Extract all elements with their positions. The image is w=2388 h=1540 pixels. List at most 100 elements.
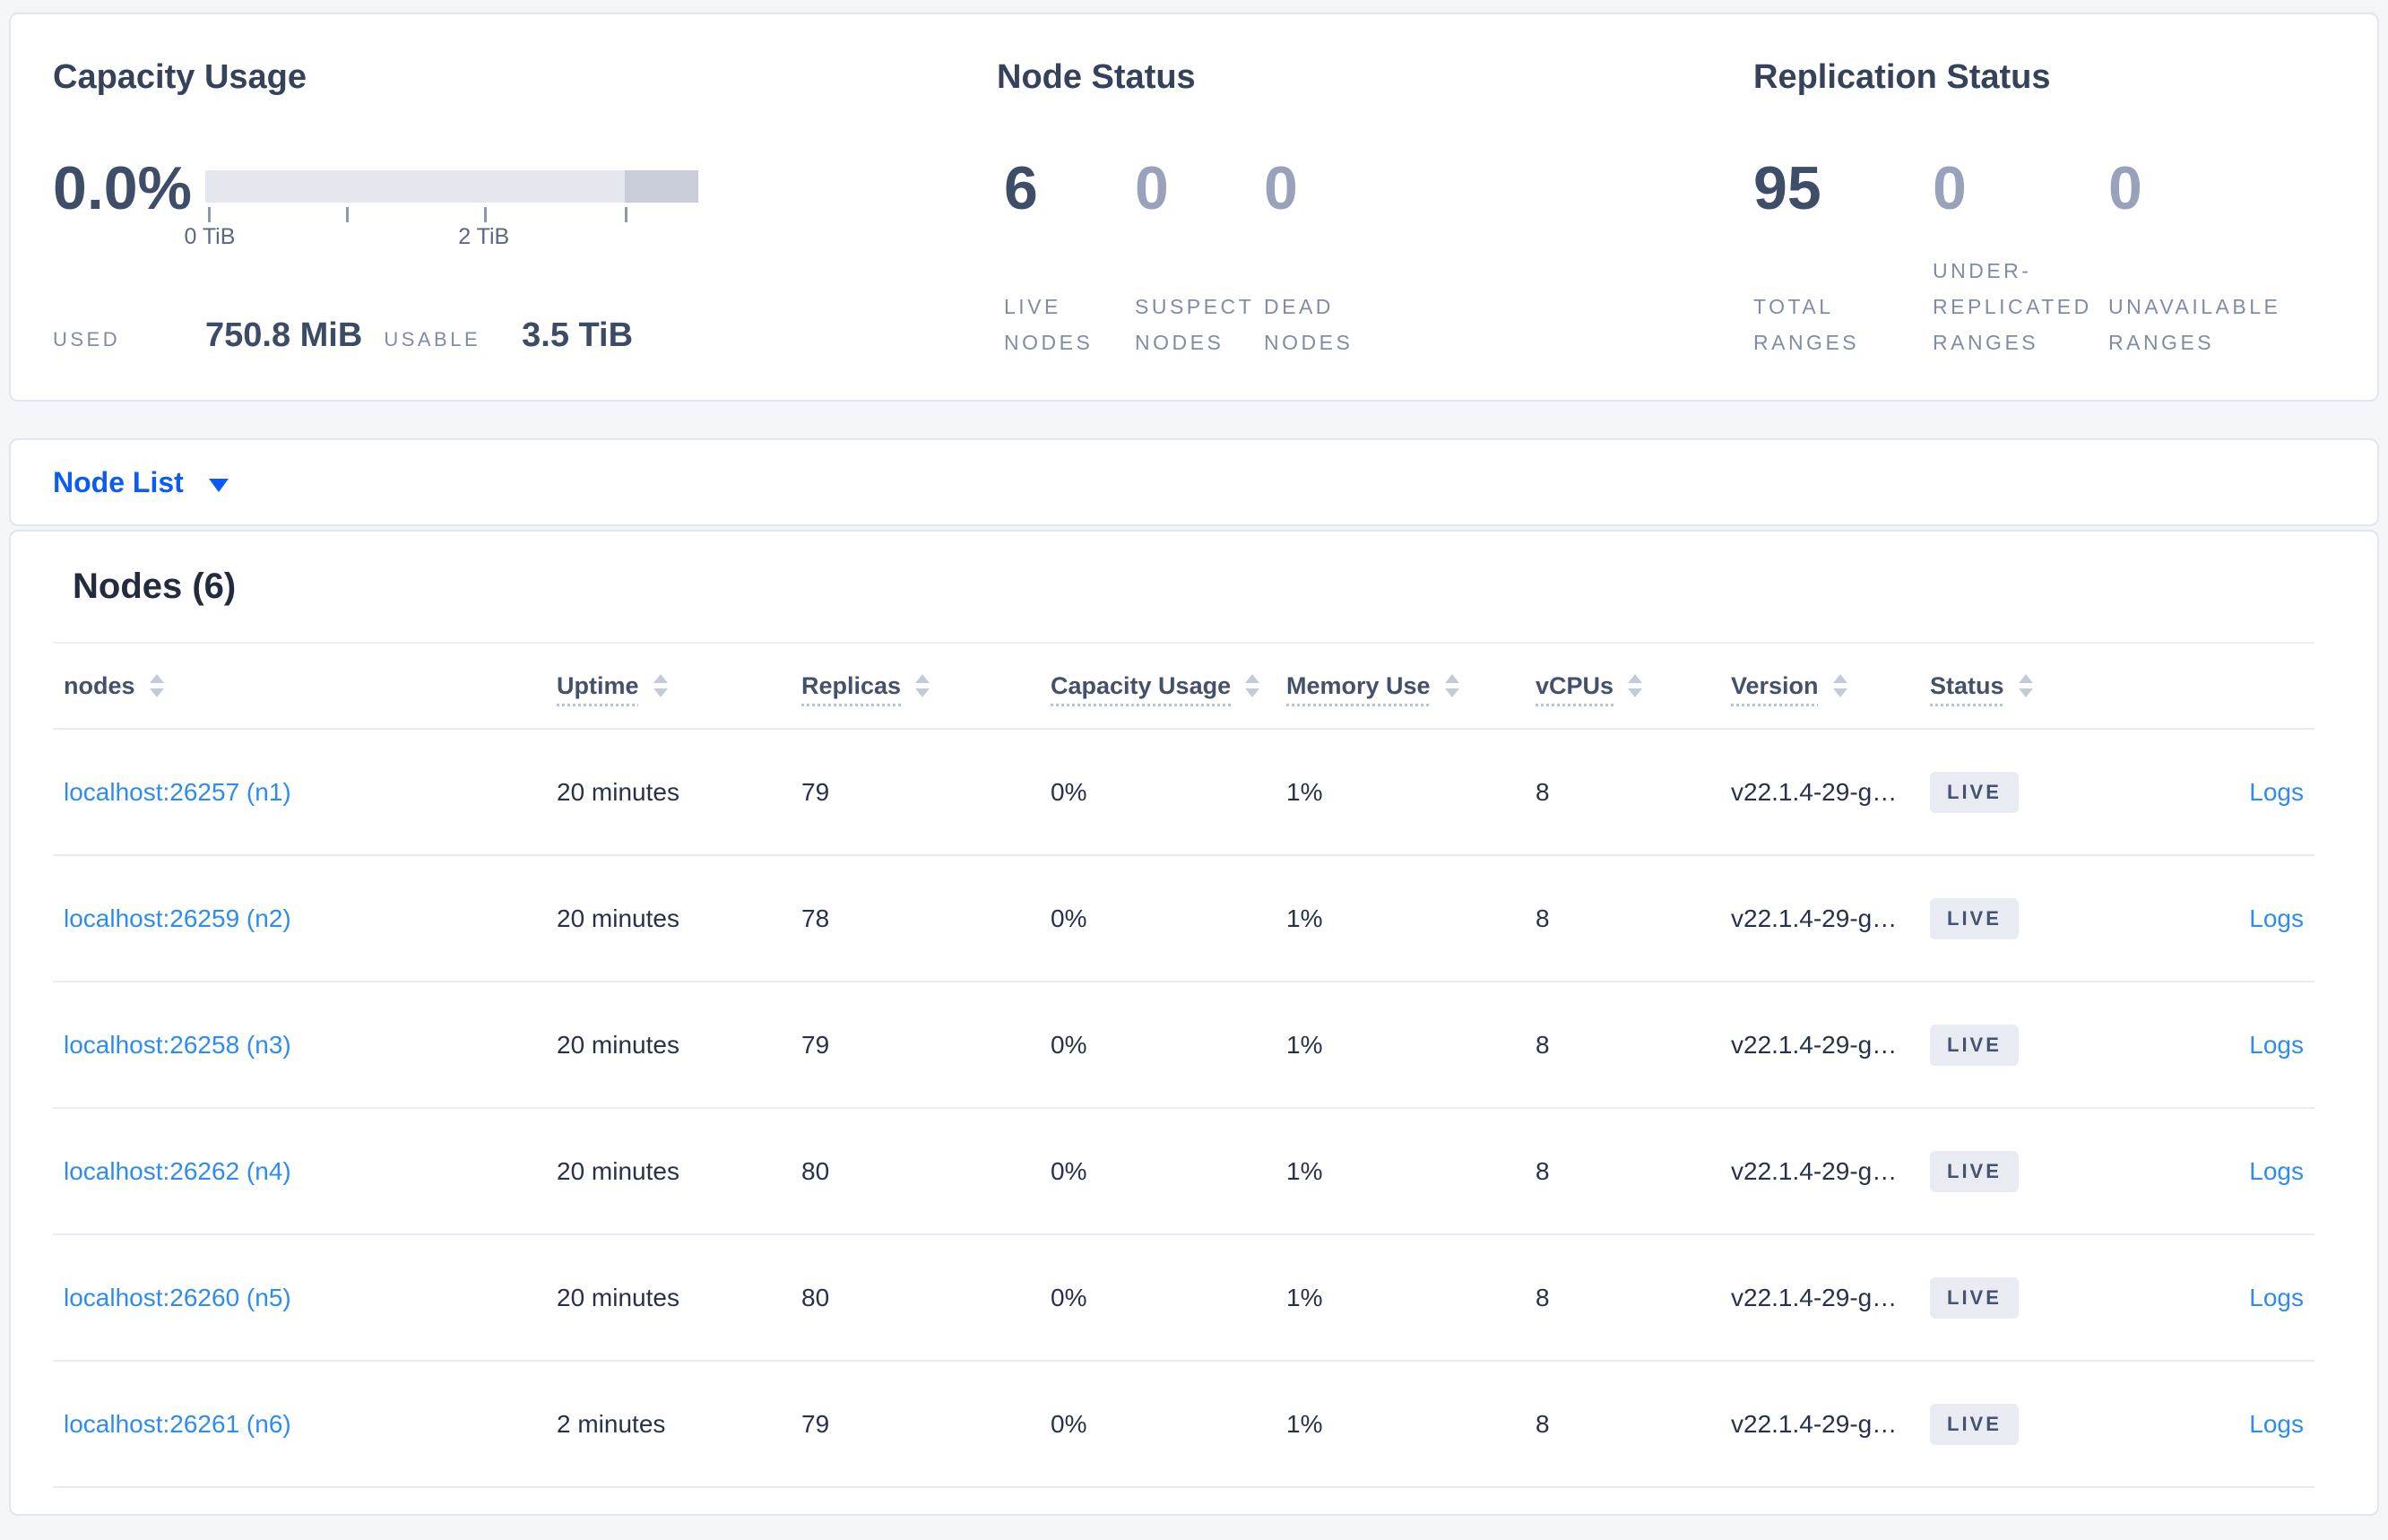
replicas-cell: 79 <box>801 1030 830 1059</box>
capacity-percent-value: 0.0% <box>53 154 192 222</box>
vcpus-cell: 8 <box>1536 1156 1550 1185</box>
replicas-cell: 80 <box>801 1156 830 1185</box>
vcpus-cell: 8 <box>1536 1030 1550 1059</box>
uptime-cell: 2 minutes <box>557 1409 666 1438</box>
column-header-uptime[interactable]: Uptime <box>557 672 801 700</box>
memory-use-cell: 1% <box>1286 1030 1323 1059</box>
dead-nodes-value: 0 <box>1264 154 1298 222</box>
status-badge: LIVE <box>1930 1276 2019 1319</box>
status-badge: LIVE <box>1930 1150 2019 1192</box>
memory-use-cell: 1% <box>1286 1409 1323 1438</box>
node-status-title: Node Status <box>997 58 1196 96</box>
nodes-table-title: Nodes (6) <box>73 567 237 606</box>
live-nodes-value: 6 <box>1004 154 1038 222</box>
node-list-dropdown-label: Node List <box>53 465 184 498</box>
node-link[interactable]: localhost:26259 (n2) <box>64 904 291 932</box>
suspect-nodes-label: SUSPECT NODES <box>1135 295 1254 354</box>
capacity-usage-cell: 0% <box>1051 904 1087 932</box>
node-list-dropdown[interactable]: Node List <box>53 466 229 499</box>
status-badge: LIVE <box>1930 897 2019 939</box>
column-header-replicas[interactable]: Replicas <box>801 672 1051 700</box>
capacity-usage-title: Capacity Usage <box>53 58 307 96</box>
capacity-bar-segment <box>624 170 698 203</box>
table-row: localhost:26258 (n3) 20 minutes 79 0% 1%… <box>53 982 2314 1109</box>
replicas-cell: 80 <box>801 1283 830 1311</box>
node-link[interactable]: localhost:26260 (n5) <box>64 1284 291 1311</box>
version-cell: v22.1.4-29-g… <box>1731 1283 1898 1311</box>
total-ranges-value: 95 <box>1753 154 1821 222</box>
sort-icon <box>1444 674 1459 697</box>
under-replicated-value: 0 <box>1933 154 1967 222</box>
sort-icon <box>1832 674 1847 697</box>
capacity-bar: 0 TiB 2 TiB <box>184 170 698 255</box>
vcpus-cell: 8 <box>1536 1409 1550 1438</box>
node-link[interactable]: localhost:26262 (n4) <box>64 1157 291 1185</box>
under-replicated-stat: 0 UNDER-REPLICATED RANGES <box>1933 143 2108 362</box>
live-nodes-stat: 6 LIVE NODES <box>1004 143 1135 362</box>
usable-value: 3.5 TiB <box>522 316 634 354</box>
vcpus-cell: 8 <box>1536 904 1550 932</box>
uptime-cell: 20 minutes <box>557 1156 679 1185</box>
unavailable-ranges-value: 0 <box>2108 154 2142 222</box>
axis-tick-label: 2 TiB <box>458 224 510 249</box>
uptime-cell: 20 minutes <box>557 1283 679 1311</box>
node-status-section: Node Status 6 LIVE NODES 0 SUSPECT NODES… <box>997 56 1753 400</box>
node-link[interactable]: localhost:26258 (n3) <box>64 1031 291 1059</box>
uptime-cell: 20 minutes <box>557 1030 679 1059</box>
logs-link[interactable]: Logs <box>2249 1157 2304 1185</box>
live-nodes-label: LIVE NODES <box>1004 295 1094 354</box>
status-badge: LIVE <box>1930 1024 2019 1066</box>
sort-icon <box>653 674 668 697</box>
logs-link[interactable]: Logs <box>2249 778 2304 806</box>
vcpus-cell: 8 <box>1536 777 1550 806</box>
unavailable-ranges-label: UNAVAILABLE RANGES <box>2108 295 2281 354</box>
capacity-usage-section: Capacity Usage 0.0% 0 TiB 2 TiB USED 750… <box>53 56 997 400</box>
version-cell: v22.1.4-29-g… <box>1731 1030 1898 1059</box>
table-row: localhost:26261 (n6) 2 minutes 79 0% 1% … <box>53 1362 2314 1488</box>
capacity-usage-cell: 0% <box>1051 1409 1087 1438</box>
capacity-usage-cell: 0% <box>1051 1156 1087 1185</box>
axis-tick-label: 0 TiB <box>184 224 236 249</box>
column-header-memory-use[interactable]: Memory Use <box>1286 672 1536 700</box>
uptime-cell: 20 minutes <box>557 904 679 932</box>
node-link[interactable]: localhost:26261 (n6) <box>64 1410 291 1438</box>
capacity-usage-cell: 0% <box>1051 777 1087 806</box>
version-cell: v22.1.4-29-g… <box>1731 777 1898 806</box>
suspect-nodes-stat: 0 SUSPECT NODES <box>1135 143 1264 362</box>
capacity-axis <box>205 203 698 222</box>
column-header-version[interactable]: Version <box>1731 672 1930 700</box>
status-badge: LIVE <box>1930 1403 2019 1445</box>
sort-icon <box>2018 674 2033 697</box>
version-cell: v22.1.4-29-g… <box>1731 904 1898 932</box>
column-header-capacity-usage[interactable]: Capacity Usage <box>1051 672 1286 700</box>
sort-icon <box>149 674 164 697</box>
column-header-status[interactable]: Status <box>1930 672 2129 700</box>
dead-nodes-label: DEAD NODES <box>1264 295 1354 354</box>
capacity-usage-cell: 0% <box>1051 1030 1087 1059</box>
table-row: localhost:26257 (n1) 20 minutes 79 0% 1%… <box>53 730 2314 856</box>
logs-link[interactable]: Logs <box>2249 904 2304 932</box>
node-link[interactable]: localhost:26257 (n1) <box>64 778 291 806</box>
replication-status-section: Replication Status 95 TOTAL RANGES 0 UND… <box>1753 56 2323 400</box>
logs-link[interactable]: Logs <box>2249 1284 2304 1311</box>
column-header-nodes[interactable]: nodes <box>64 672 557 700</box>
memory-use-cell: 1% <box>1286 1283 1323 1311</box>
memory-use-cell: 1% <box>1286 777 1323 806</box>
vcpus-cell: 8 <box>1536 1283 1550 1311</box>
used-value: 750.8 MiB <box>205 316 363 354</box>
logs-link[interactable]: Logs <box>2249 1410 2304 1438</box>
logs-link[interactable]: Logs <box>2249 1031 2304 1059</box>
version-cell: v22.1.4-29-g… <box>1731 1156 1898 1185</box>
sort-icon <box>1628 674 1643 697</box>
column-header-vcpus[interactable]: vCPUs <box>1536 672 1731 700</box>
cluster-summary-panel: Capacity Usage 0.0% 0 TiB 2 TiB USED 750… <box>9 13 2379 402</box>
uptime-cell: 20 minutes <box>557 777 679 806</box>
under-replicated-label: UNDER-REPLICATED RANGES <box>1933 259 2092 354</box>
nodes-table-panel: Nodes (6) nodes Uptime Replicas Capacity… <box>9 530 2379 1516</box>
replication-status-title: Replication Status <box>1753 58 2051 96</box>
status-badge: LIVE <box>1930 771 2019 813</box>
usable-label: USABLE <box>384 328 481 350</box>
view-selector-bar: Node List <box>9 438 2379 526</box>
replicas-cell: 79 <box>801 777 830 806</box>
version-cell: v22.1.4-29-g… <box>1731 1409 1898 1438</box>
